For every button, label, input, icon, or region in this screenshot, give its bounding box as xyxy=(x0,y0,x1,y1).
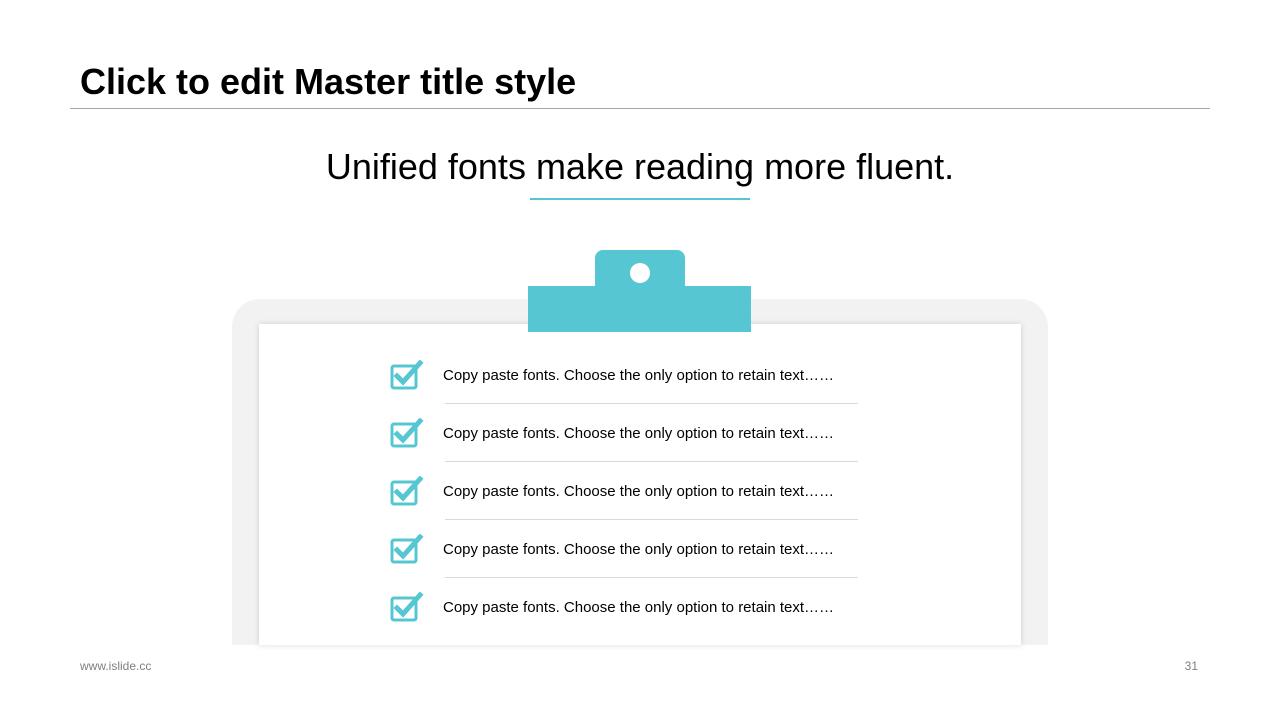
list-item: Copy paste fonts. Choose the only option… xyxy=(388,462,868,520)
checkbox-checked-icon xyxy=(390,534,424,564)
list-item-text[interactable]: Copy paste fonts. Choose the only option… xyxy=(443,366,834,386)
list-item-text[interactable]: Copy paste fonts. Choose the only option… xyxy=(443,424,834,444)
checkbox-checked-icon xyxy=(390,418,424,448)
title-divider xyxy=(70,108,1210,109)
list-item: Copy paste fonts. Choose the only option… xyxy=(388,346,868,404)
footer-website: www.islide.cc xyxy=(80,659,152,673)
checkbox-checked-icon xyxy=(390,592,424,622)
slide-subtitle[interactable]: Unified fonts make reading more fluent. xyxy=(0,144,1280,190)
checkbox-checked-icon xyxy=(390,476,424,506)
list-item-text[interactable]: Copy paste fonts. Choose the only option… xyxy=(443,598,834,618)
clipboard-clip-hole xyxy=(630,263,650,283)
clipboard-clip-base xyxy=(528,286,751,332)
list-item: Copy paste fonts. Choose the only option… xyxy=(388,520,868,578)
list-item: Copy paste fonts. Choose the only option… xyxy=(388,578,868,636)
slide-title[interactable]: Click to edit Master title style xyxy=(80,60,576,104)
checklist: Copy paste fonts. Choose the only option… xyxy=(388,346,868,636)
list-item-text[interactable]: Copy paste fonts. Choose the only option… xyxy=(443,540,834,560)
list-item-text[interactable]: Copy paste fonts. Choose the only option… xyxy=(443,482,834,502)
checkbox-checked-icon xyxy=(390,360,424,390)
list-item: Copy paste fonts. Choose the only option… xyxy=(388,404,868,462)
subtitle-underline xyxy=(530,198,750,200)
page-number: 31 xyxy=(1184,659,1198,673)
